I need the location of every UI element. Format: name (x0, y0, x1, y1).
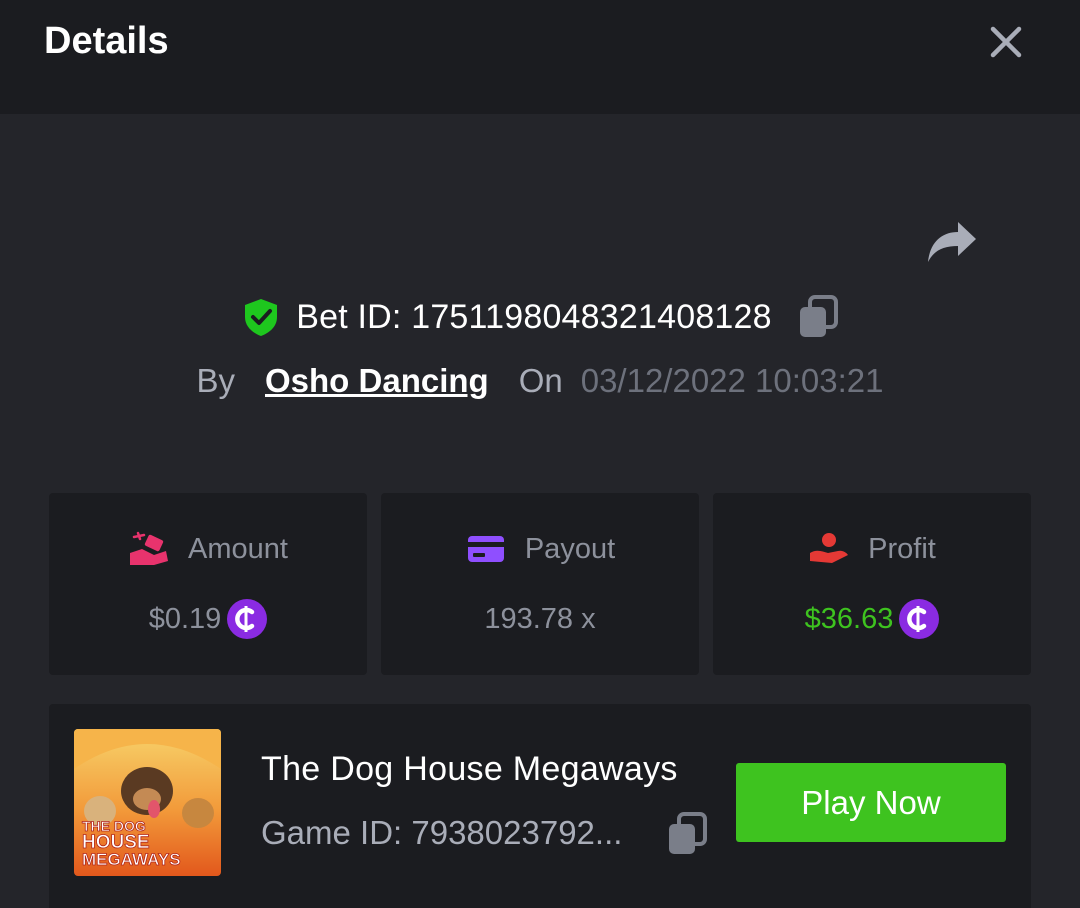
coin-icon (227, 599, 268, 639)
verified-shield-icon (245, 299, 278, 336)
profit-card: Profit $36.63 (713, 493, 1031, 675)
copy-icon[interactable] (798, 295, 838, 339)
bet-id: Bet ID: 1751198048321408128 (296, 297, 772, 336)
bet-meta-row: By Osho Dancing On 03/12/2022 10:03:21 (0, 356, 1080, 406)
play-now-button[interactable]: Play Now (736, 763, 1006, 842)
bet-datetime: 03/12/2022 10:03:21 (580, 362, 884, 399)
share-icon[interactable] (924, 218, 980, 266)
game-id: Game ID: 7938023792... (261, 814, 623, 851)
game-name: The Dog House Megaways (261, 750, 678, 788)
close-icon[interactable] (986, 22, 1026, 62)
thumb-title-line3: MEGAWAYS (82, 850, 181, 869)
credit-card-icon (467, 536, 504, 562)
profit-value: $36.63 (804, 602, 894, 635)
hand-money-icon (810, 533, 849, 563)
payout-value: 193.78 x (484, 602, 596, 635)
page-title: Details (44, 20, 169, 62)
game-thumbnail[interactable]: THE DOG HOUSE MEGAWAYS (74, 729, 221, 876)
hand-coins-icon (130, 531, 169, 565)
payout-label: Payout (524, 532, 616, 565)
stats-cards: Amount $0.19 Payout 193.78 x Profit $36.… (49, 493, 1031, 675)
copy-icon[interactable] (667, 812, 707, 856)
user-link[interactable]: Osho Dancing (265, 362, 489, 400)
bet-id-row: Bet ID: 1751198048321408128 (0, 292, 1080, 342)
amount-value: $0.19 (148, 602, 222, 635)
amount-card: Amount $0.19 (49, 493, 367, 675)
on-label: On (518, 362, 563, 399)
game-panel: THE DOG HOUSE MEGAWAYS The Dog House Meg… (49, 704, 1031, 908)
amount-label: Amount (188, 532, 288, 565)
coin-icon (899, 599, 940, 639)
profit-label: Profit (868, 532, 936, 565)
by-label: By (196, 362, 235, 399)
payout-card: Payout 193.78 x (381, 493, 699, 675)
modal-header: Details (0, 0, 1080, 114)
